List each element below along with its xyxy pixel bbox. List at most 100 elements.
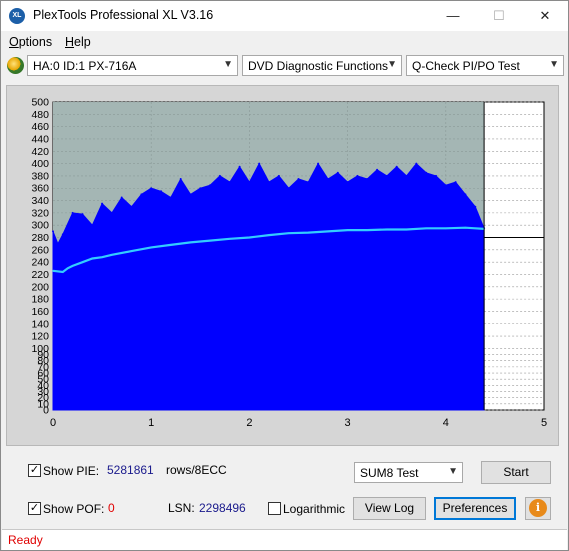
pie-data-point [464,193,467,196]
status-text: Ready [8,533,43,547]
app-window: XL PlexTools Professional XL V3.16 — ☐ ✕… [0,0,569,551]
pie-data-point [474,205,477,208]
pie-data-point [425,171,428,174]
pof-value: 0 [108,501,115,515]
pie-data-point [130,205,133,208]
view-log-button[interactable]: View Log [353,497,426,520]
chevron-down-icon: ▼ [223,59,233,70]
y-tick-label: 160 [31,306,49,318]
menu-options[interactable]: Options [9,35,52,49]
function-select[interactable]: DVD Diagnostic Functions ▼ [242,55,402,76]
sum-test-value: SUM8 Test [360,466,419,480]
pie-average-point [327,230,329,233]
sum-test-select[interactable]: SUM8 Test ▼ [354,462,463,483]
pie-data-point [91,224,94,227]
toolbar: HA:0 ID:1 PX-716A ▼ DVD Diagnostic Funct… [1,53,568,79]
pie-average-point [62,271,64,273]
x-tick-label: 5 [541,417,547,429]
app-icon: XL [9,8,25,24]
pie-data-point [454,181,457,184]
info-button[interactable]: i [525,497,551,520]
logarithmic-label: Logarithmic [283,502,346,516]
function-select-value: DVD Diagnostic Functions [248,59,389,73]
pie-data-point [307,181,310,184]
pie-unit: rows/8ECC [166,463,227,477]
y-tick-label: 320 [31,207,49,219]
menu-bar: Options Help [1,32,568,52]
pie-average-point [445,227,447,230]
pie-data-point [366,178,369,180]
pie-average-point [209,239,211,242]
pie-data-point [101,202,104,205]
logarithmic-checkbox[interactable] [268,502,281,515]
menu-help-rest: elp [74,35,91,49]
controls-panel: ✓ Show PIE: 5281861 rows/8ECC SUM8 Test … [6,450,557,525]
pie-average-point [150,246,152,249]
pie-data-point [346,181,349,184]
pie-data-point [444,184,447,187]
chevron-down-icon: ▼ [387,59,397,70]
pie-data-point [277,174,280,177]
y-tick-label: 120 [31,331,49,343]
pie-average-point [66,267,69,270]
show-pof-checkbox[interactable]: ✓ [28,502,41,515]
chevron-down-icon: ▼ [448,466,458,477]
pie-data-point [218,174,221,177]
maximize-button[interactable]: ☐ [484,5,514,27]
pie-data-point [415,162,418,165]
y-tick-label: 200 [31,281,49,293]
menu-help[interactable]: Help [65,35,91,49]
pie-average-point [307,231,310,234]
y-tick-label: 240 [31,257,49,269]
pie-data-point [81,213,84,216]
pie-average-point [386,228,388,231]
pie-data-point [356,174,359,177]
menu-options-rest: ptions [18,35,53,49]
pie-average-point [101,256,103,258]
pie-data-point [395,165,398,168]
pie-average-point [464,226,467,229]
y-tick-label: 440 [31,133,49,145]
pie-data-point [56,242,59,245]
status-bar: Ready [2,529,567,550]
drive-select[interactable]: HA:0 ID:1 PX-716A ▼ [27,55,238,76]
y-tick-label: 260 [31,244,49,256]
pie-data-point [287,187,290,190]
pie-data-point [199,187,202,190]
pie-average-point [189,241,192,244]
menu-help-accel: H [65,35,75,49]
pie-data-point [160,190,162,193]
pie-data-point [297,178,300,180]
pie-data-point [140,193,143,196]
y-tick-label: 140 [31,318,49,330]
pie-data-point [385,174,388,177]
show-pie-checkbox[interactable]: ✓ [28,464,41,477]
y-tick-label: 420 [31,146,49,158]
x-tick-label: 4 [443,417,449,429]
minimize-button[interactable]: — [438,5,468,27]
show-pof-label: Show POF: [43,502,105,516]
pie-value: 5281861 [107,463,154,477]
pie-average-point [71,265,74,267]
x-tick-label: 0 [50,417,56,429]
drive-icon [7,57,24,74]
chart-panel: 0 10 20 30 40 50 60 70 80 90 100 120 140 160 180 200 220… [6,85,559,446]
pie-data-point [336,171,339,174]
show-pie-label: Show PIE: [43,464,100,478]
x-tick-label: 1 [148,417,154,429]
pie-average-point [366,229,369,231]
pie-data-point [110,211,113,214]
pie-average-point [474,227,477,230]
test-select[interactable]: Q-Check PI/PO Test ▼ [406,55,564,76]
pie-data-point [189,193,192,196]
y-tick-label: 300 [31,220,49,232]
pi-po-chart: 0102030405060708090100120140160180200220… [31,97,547,430]
close-button[interactable]: ✕ [530,5,560,27]
y-tick-label: 180 [31,294,49,306]
preferences-button[interactable]: Preferences [434,497,516,520]
start-button[interactable]: Start [481,461,551,484]
pie-average-point [170,244,172,246]
pie-average-point [425,227,428,230]
pie-data-point [238,165,241,168]
menu-options-accel: O [9,35,19,49]
